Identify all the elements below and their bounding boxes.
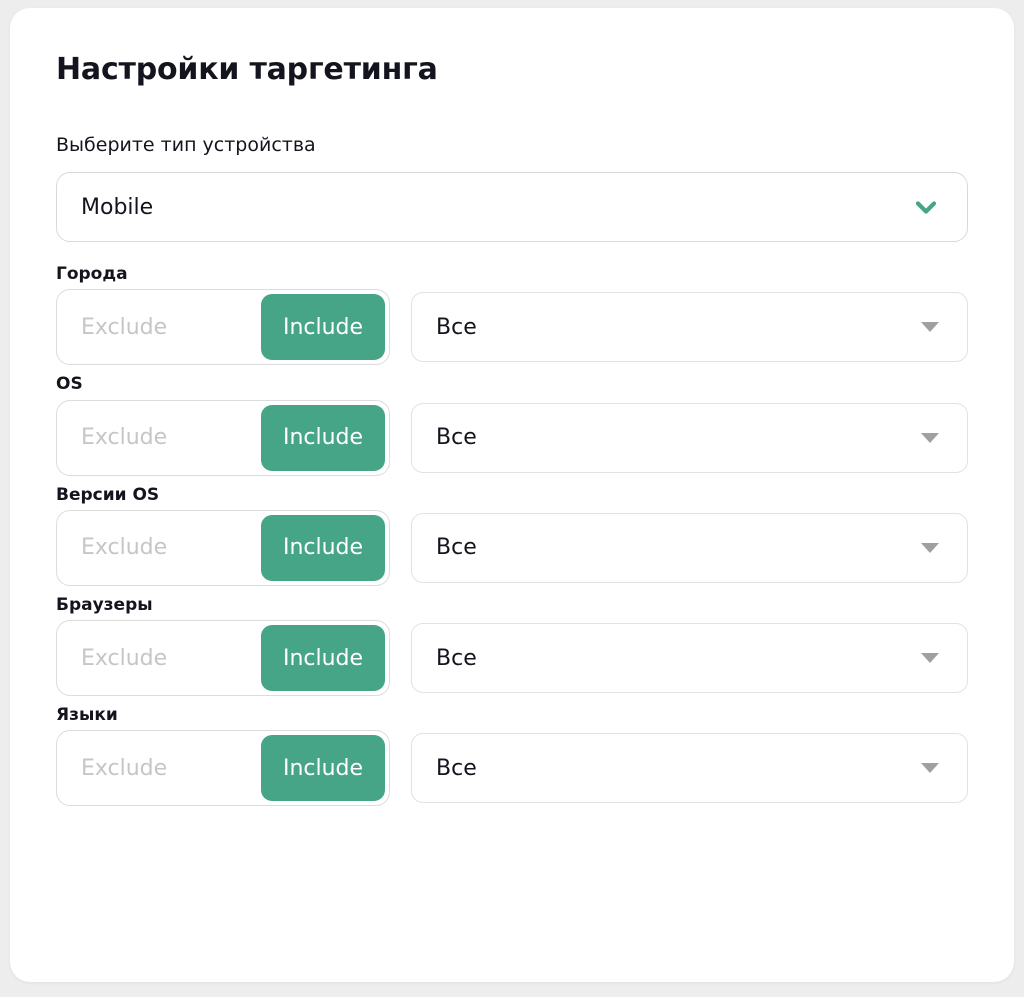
- include-exclude-toggle[interactable]: Exclude Include: [56, 399, 390, 476]
- include-button[interactable]: Include: [261, 735, 385, 802]
- exclude-button[interactable]: Exclude: [61, 405, 261, 471]
- exclude-button[interactable]: Exclude: [61, 294, 261, 360]
- filter-row-controls: Exclude Include Все: [56, 509, 968, 586]
- caret-down-icon: [921, 322, 939, 333]
- filter-row-2: Версии OS Exclude Include Все: [56, 485, 968, 586]
- filter-value-select[interactable]: Все: [411, 623, 968, 693]
- caret-down-icon: [921, 763, 939, 774]
- filter-row-3: Браузеры Exclude Include Все: [56, 595, 968, 696]
- include-button[interactable]: Include: [261, 404, 385, 471]
- filter-value: Все: [436, 314, 477, 340]
- filter-value: Все: [436, 425, 477, 450]
- device-type-select[interactable]: Mobile: [56, 172, 968, 242]
- include-exclude-toggle[interactable]: Exclude Include: [56, 289, 390, 366]
- card-content: Настройки таргетинга Выберите тип устрой…: [10, 8, 1014, 807]
- filter-label: Браузеры: [56, 594, 153, 615]
- filter-value-select[interactable]: Все: [411, 292, 968, 363]
- filter-label: Версии OS: [56, 484, 160, 505]
- device-type-label: Выберите тип устройства: [56, 134, 316, 156]
- filter-row-0: Города Exclude Include Все: [56, 264, 968, 366]
- filter-row-controls: Exclude Include Все: [56, 399, 968, 476]
- exclude-button[interactable]: Exclude: [61, 735, 261, 801]
- caret-down-icon: [921, 542, 939, 553]
- filter-value-select[interactable]: Все: [411, 733, 968, 804]
- include-button[interactable]: Include: [261, 294, 385, 361]
- filter-row-1: OS Exclude Include Все: [56, 374, 968, 476]
- filter-row-controls: Exclude Include Все: [56, 730, 968, 807]
- filter-row-controls: Exclude Include Все: [56, 289, 968, 366]
- exclude-button[interactable]: Exclude: [61, 515, 261, 581]
- include-exclude-toggle[interactable]: Exclude Include: [56, 730, 390, 807]
- filter-value: Все: [436, 755, 477, 781]
- filters-list: Города Exclude Include Все OS Exclude In…: [56, 264, 968, 807]
- include-button[interactable]: Include: [261, 514, 385, 581]
- caret-down-icon: [921, 653, 939, 663]
- filter-value: Все: [436, 645, 477, 671]
- exclude-button[interactable]: Exclude: [61, 625, 261, 691]
- filter-label: Языки: [56, 705, 118, 725]
- filter-value-select[interactable]: Все: [411, 512, 968, 583]
- page-title: Настройки таргетинга: [56, 52, 438, 87]
- filter-label: Города: [56, 264, 128, 284]
- device-type-value: Mobile: [81, 194, 154, 220]
- filter-row-4: Языки Exclude Include Все: [56, 705, 968, 807]
- include-exclude-toggle[interactable]: Exclude Include: [56, 620, 390, 696]
- filter-value: Все: [436, 535, 477, 561]
- targeting-settings-card: Настройки таргетинга Выберите тип устрой…: [10, 8, 1014, 982]
- filter-row-controls: Exclude Include Все: [56, 620, 968, 696]
- include-button[interactable]: Include: [261, 625, 385, 691]
- include-exclude-toggle[interactable]: Exclude Include: [56, 509, 390, 586]
- chevron-down-icon: [913, 194, 939, 220]
- filter-label: OS: [56, 374, 83, 395]
- caret-down-icon: [921, 432, 939, 443]
- filter-value-select[interactable]: Все: [411, 402, 968, 473]
